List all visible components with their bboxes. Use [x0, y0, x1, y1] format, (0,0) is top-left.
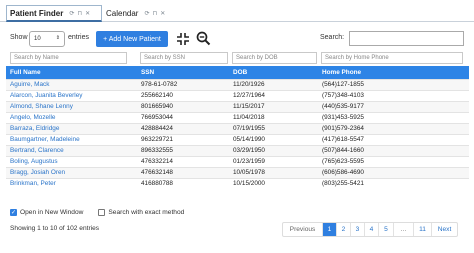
column-header-ssn[interactable]: SSN: [137, 66, 229, 79]
ssn-filter-input[interactable]: Search by SSN: [140, 52, 228, 64]
table-info: Showing 1 to 10 of 102 entries: [10, 225, 100, 232]
table-row[interactable]: Bragg, Josiah Oren 476632148 10/05/1978 (60…: [6, 166, 469, 178]
patient-name-link[interactable]: Baumgartner, Madeleine: [6, 133, 137, 145]
column-filters: Search by Name Search by SSN Search by D…: [10, 52, 468, 64]
patient-name-link[interactable]: Alarcon, Juanita Beverley: [6, 89, 137, 101]
exact-method-checkbox[interactable]: [98, 209, 106, 216]
search-options: ✓ Open in New Window Search with exact m…: [10, 209, 184, 216]
home-phone-cell: (901)579-2364: [318, 122, 469, 134]
column-header-full-name[interactable]: Full Name: [6, 66, 137, 79]
dob-cell: 11/15/2017: [229, 100, 318, 112]
next-page-button[interactable]: Next: [431, 223, 457, 236]
table-row[interactable]: Bertrand, Clarence 896332555 03/29/1950 (50…: [6, 144, 469, 156]
page-length-value: 10: [34, 36, 41, 42]
home-phone-cell: (564)127-1855: [318, 78, 469, 90]
patient-name-link[interactable]: Boling, Augustus: [6, 155, 137, 167]
table-row[interactable]: Boling, Augustus 476332214 01/23/1959 (765)…: [6, 155, 469, 167]
tab-calendar[interactable]: Calendar ⟳ ⊓ ✕: [103, 5, 173, 22]
patient-name-link[interactable]: Barraza, Eldridge: [6, 122, 137, 134]
page-button-11[interactable]: 11: [413, 223, 431, 236]
home-phone-cell: (417)618-5547: [318, 133, 469, 145]
close-icon[interactable]: ✕: [85, 10, 90, 17]
dob-cell: 01/23/1959: [229, 155, 318, 167]
page-button-4[interactable]: 4: [364, 223, 378, 236]
dob-cell: 05/14/1990: [229, 133, 318, 145]
patient-table: Full Name SSN DOB Home Phone Aguirre, Ma…: [6, 66, 469, 189]
exact-method-label: Search with exact method: [108, 209, 185, 216]
dob-cell: 11/20/1926: [229, 78, 318, 90]
patient-name-link[interactable]: Brinkman, Peter: [6, 177, 137, 189]
patient-name-link[interactable]: Almond, Shane Lenny: [6, 100, 137, 112]
ssn-cell: 476332214: [137, 155, 229, 167]
home-phone-cell: (507)844-1660: [318, 144, 469, 156]
ssn-cell: 428884424: [137, 122, 229, 134]
dob-cell: 10/05/1978: [229, 166, 318, 178]
patient-name-link[interactable]: Aguirre, Mack: [6, 78, 137, 90]
dob-cell: 11/04/2018: [229, 111, 318, 123]
ssn-cell: 896332555: [137, 144, 229, 156]
pagination-ellipsis: …: [393, 223, 413, 236]
home-phone-cell: (757)348-4103: [318, 89, 469, 101]
refresh-icon[interactable]: ⟳: [144, 10, 149, 17]
lock-icon[interactable]: ⊓: [153, 10, 158, 17]
table-header-row: Full Name SSN DOB Home Phone: [6, 66, 469, 79]
table-row[interactable]: Alarcon, Juanita Beverley 255662140 12/27/…: [6, 89, 469, 101]
column-header-home-phone[interactable]: Home Phone: [318, 66, 469, 79]
phone-filter-input[interactable]: Search by Home Phone: [321, 52, 463, 64]
table-row[interactable]: Aguirre, Mack 978-61-0782 11/20/1926 (564)1…: [6, 78, 469, 90]
home-phone-cell: (803)255-5421: [318, 177, 469, 189]
add-new-patient-button[interactable]: + Add New Patient: [96, 31, 168, 47]
tab-label: Calendar: [106, 9, 139, 18]
dob-cell: 12/27/1964: [229, 89, 318, 101]
column-header-dob[interactable]: DOB: [229, 66, 318, 79]
page-length-select[interactable]: 10 ⇕: [29, 31, 65, 47]
home-phone-cell: (606)586-4690: [318, 166, 469, 178]
table-row[interactable]: Angelo, Mozelle 766953044 11/04/2018 (931)4…: [6, 111, 469, 123]
table-row[interactable]: Barraza, Eldridge 428884424 07/19/1955 (901…: [6, 122, 469, 134]
ssn-cell: 978-61-0782: [137, 78, 229, 90]
dob-cell: 03/29/1950: [229, 144, 318, 156]
tab-label: Patient Finder: [10, 8, 64, 18]
page-button-2[interactable]: 2: [336, 223, 350, 236]
ssn-cell: 416880788: [137, 177, 229, 189]
ssn-cell: 255662140: [137, 89, 229, 101]
open-new-window-label: Open in New Window: [20, 209, 84, 216]
compress-icon[interactable]: [176, 32, 190, 46]
close-icon[interactable]: ✕: [160, 10, 165, 17]
page-button-1[interactable]: 1: [322, 223, 336, 236]
table-row[interactable]: Baumgartner, Madeleine 963229721 05/14/199…: [6, 133, 469, 145]
patient-name-link[interactable]: Bertrand, Clarence: [6, 144, 137, 156]
tab-bar: Patient Finder ⟳ ⊓ ✕ Calendar ⟳ ⊓ ✕: [0, 0, 474, 22]
home-phone-cell: (765)623-5595: [318, 155, 469, 167]
home-phone-cell: (931)453-5925: [318, 111, 469, 123]
dob-cell: 07/19/1955: [229, 122, 318, 134]
open-new-window-checkbox[interactable]: ✓: [10, 209, 17, 216]
search-label: Search:: [320, 34, 345, 41]
table-row[interactable]: Almond, Shane Lenny 801665940 11/15/2017 (4…: [6, 100, 469, 112]
refresh-icon[interactable]: ⟳: [69, 10, 74, 17]
tab-patient-finder[interactable]: Patient Finder ⟳ ⊓ ✕: [6, 5, 102, 22]
ssn-cell: 476632148: [137, 166, 229, 178]
show-label: Show: [10, 34, 28, 41]
patient-name-link[interactable]: Bragg, Josiah Oren: [6, 166, 137, 178]
patient-name-link[interactable]: Angelo, Mozelle: [6, 111, 137, 123]
table-controls: Show 10 ⇕ entries + Add New Patient Sear…: [10, 31, 464, 47]
entries-label: entries: [68, 34, 90, 41]
name-filter-input[interactable]: Search by Name: [10, 52, 127, 64]
table-row[interactable]: Brinkman, Peter 416880788 10/15/2000 (803)2…: [6, 177, 469, 189]
ssn-cell: 801665940: [137, 100, 229, 112]
dob-cell: 10/15/2000: [229, 177, 318, 189]
previous-page-button[interactable]: Previous: [283, 223, 322, 236]
zoom-out-icon[interactable]: [196, 31, 211, 46]
pagination: Previous 1 2 3 4 5… 11 Next: [282, 222, 458, 237]
dob-filter-input[interactable]: Search by DOB: [232, 52, 317, 64]
page-button-3[interactable]: 3: [350, 223, 364, 236]
page-button-5[interactable]: 5: [378, 223, 393, 236]
ssn-cell: 766953044: [137, 111, 229, 123]
lock-icon[interactable]: ⊓: [77, 10, 82, 17]
search-input[interactable]: [349, 31, 464, 46]
ssn-cell: 963229721: [137, 133, 229, 145]
updown-icon: ⇕: [55, 35, 60, 41]
home-phone-cell: (440)535-9177: [318, 100, 469, 112]
